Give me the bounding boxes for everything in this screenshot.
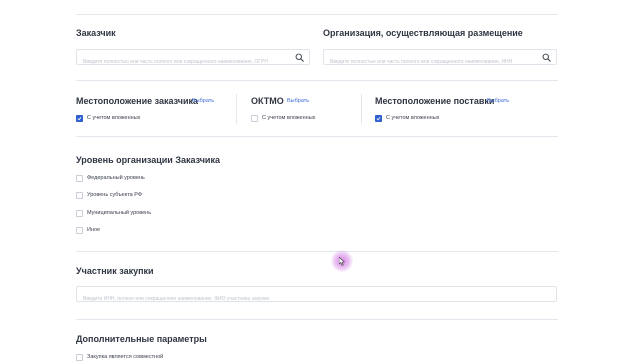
location-customer-nested-label: С учетом вложенных xyxy=(87,115,141,121)
location-delivery-nested-label: С учетом вложенных xyxy=(386,115,440,121)
participant-title: Участник закупки xyxy=(76,266,154,276)
section-divider xyxy=(76,80,558,81)
location-delivery-select-link[interactable]: Выбрать xyxy=(487,98,509,104)
customer-level-option-label: Уровень субъекта РФ xyxy=(87,192,143,198)
customer-level-option-checkbox[interactable] xyxy=(76,192,83,199)
customer-level-option-checkbox[interactable] xyxy=(76,210,83,217)
customer-level-option-label: Муниципальный уровень xyxy=(87,210,152,216)
placing-org-search-input[interactable] xyxy=(324,55,556,69)
section-divider xyxy=(76,251,558,252)
customer-level-option-checkbox[interactable] xyxy=(76,227,83,234)
location-delivery-nested-checkbox[interactable] xyxy=(375,115,382,122)
column-divider xyxy=(361,94,362,124)
participant-search-input[interactable] xyxy=(77,292,556,306)
checkmark-icon xyxy=(376,117,381,121)
customer-level-option-label: Иное xyxy=(87,227,101,233)
extra-params-title: Дополнительные параметры xyxy=(76,334,207,344)
column-divider xyxy=(236,94,237,124)
search-icon[interactable] xyxy=(542,53,551,62)
customer-title: Заказчик xyxy=(76,28,116,38)
customer-level-option-label: Федеральный уровень xyxy=(87,175,145,181)
location-customer-title: Местоположение заказчика xyxy=(76,96,198,106)
location-customer-nested-checkbox[interactable] xyxy=(76,115,83,122)
joint-procurement-label: Закупка является совместной xyxy=(87,354,164,360)
top-divider xyxy=(76,14,558,15)
customer-level-title: Уровень организации Заказчика xyxy=(76,155,220,165)
search-icon[interactable] xyxy=(295,53,304,62)
placing-org-search-field[interactable] xyxy=(323,49,557,69)
mouse-pointer-icon xyxy=(339,257,345,266)
location-customer-select-link[interactable]: Выбрать xyxy=(192,98,214,104)
customer-search-input[interactable] xyxy=(77,55,309,69)
section-divider xyxy=(76,319,558,320)
customer-search-field[interactable] xyxy=(76,49,310,69)
location-delivery-title: Местоположение поставки xyxy=(375,96,495,106)
checkmark-icon xyxy=(77,117,82,121)
customer-level-option-checkbox[interactable] xyxy=(76,175,83,182)
oktmo-nested-checkbox[interactable] xyxy=(251,115,258,122)
placing-org-title: Организация, осуществляющая размещение xyxy=(323,28,523,38)
oktmo-nested-label: С учетом вложенных xyxy=(262,115,316,121)
section-divider xyxy=(76,136,558,137)
participant-search-field[interactable] xyxy=(76,286,557,306)
oktmo-title: ОКТМО xyxy=(251,96,284,106)
oktmo-select-link[interactable]: Выбрать xyxy=(287,98,309,104)
